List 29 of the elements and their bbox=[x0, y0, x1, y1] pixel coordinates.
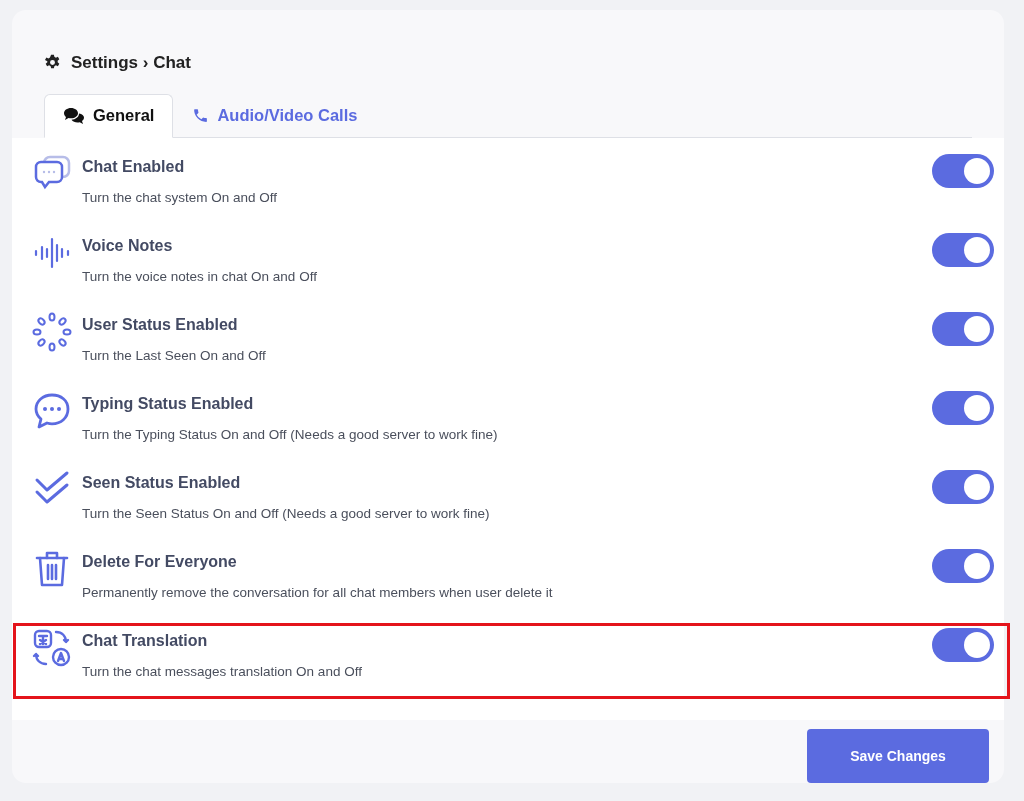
toggle-switch[interactable] bbox=[932, 232, 994, 267]
setting-title: User Status Enabled bbox=[82, 314, 239, 335]
setting-title: Voice Notes bbox=[82, 235, 174, 256]
setting-title: Chat Translation bbox=[82, 630, 209, 651]
setting-description: Turn the chat system On and Off bbox=[82, 188, 279, 207]
toggle-switch[interactable] bbox=[932, 469, 994, 504]
setting-title: Delete For Everyone bbox=[82, 551, 238, 572]
phone-icon bbox=[192, 107, 210, 125]
setting-description: Turn the chat messages translation On and Off bbox=[82, 662, 363, 681]
setting-title: Chat Enabled bbox=[82, 156, 186, 177]
setting-description: Turn the Seen Status On and Off (Needs a good server to work fine) bbox=[82, 504, 491, 523]
setting-description: Turn the Last Seen On and Off bbox=[82, 346, 267, 365]
toggle-switch[interactable] bbox=[932, 390, 994, 425]
tab[interactable]: General bbox=[44, 93, 174, 138]
toggle-switch[interactable] bbox=[932, 548, 994, 583]
setting-description: Permanently remove the conversation for all chat members when user delete it bbox=[82, 583, 554, 602]
loading-spinner-icon bbox=[32, 311, 72, 352]
translate-icon bbox=[32, 627, 72, 668]
setting-title: Seen Status Enabled bbox=[82, 472, 242, 493]
toggle-switch[interactable] bbox=[932, 153, 994, 188]
save-button[interactable]: Save Changes bbox=[807, 729, 989, 783]
chat-bubbles-icon bbox=[63, 106, 85, 125]
tab[interactable]: Audio/Video Calls bbox=[173, 93, 377, 138]
toggle-switch[interactable] bbox=[932, 311, 994, 346]
setting-description: Turn the Typing Status On and Off (Needs a good server to work fine) bbox=[82, 425, 499, 444]
toggle-switch[interactable] bbox=[932, 627, 994, 662]
setting-title: Typing Status Enabled bbox=[82, 393, 255, 414]
setting-description: Turn the voice notes in chat On and Off bbox=[82, 267, 318, 286]
breadcrumb: Settings › Chat bbox=[71, 52, 191, 75]
